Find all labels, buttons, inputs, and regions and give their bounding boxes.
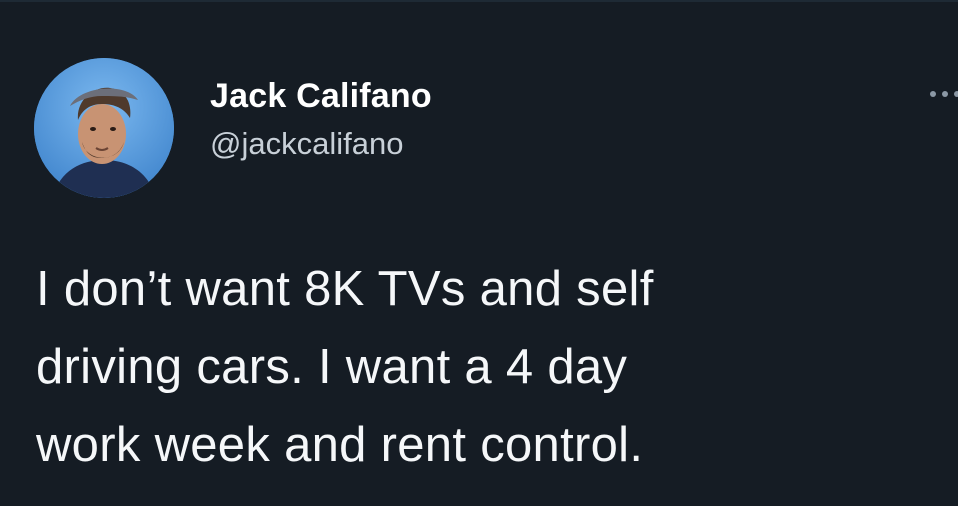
user-meta: Jack Califano @jackcalifano (210, 74, 432, 164)
tweet-header: Jack Califano @jackcalifano (34, 58, 958, 198)
more-dot-icon (930, 91, 936, 97)
display-name[interactable]: Jack Califano (210, 74, 432, 118)
avatar[interactable] (34, 58, 174, 198)
tweet-text-line: work week and rent control. (36, 418, 644, 472)
more-dot-icon (942, 91, 948, 97)
user-photo-avatar-icon (34, 58, 174, 198)
tweet-text: I don’t want 8K TVs and self driving car… (36, 250, 916, 484)
more-options-button[interactable] (928, 82, 958, 106)
user-handle[interactable]: @jackcalifano (210, 124, 432, 164)
more-dot-icon (954, 91, 958, 97)
tweet-text-line: driving cars. I want a 4 day (36, 340, 628, 394)
tweet-text-line: I don’t want 8K TVs and self (36, 262, 654, 316)
tweet-card: Jack Califano @jackcalifano I don’t want… (0, 0, 958, 506)
